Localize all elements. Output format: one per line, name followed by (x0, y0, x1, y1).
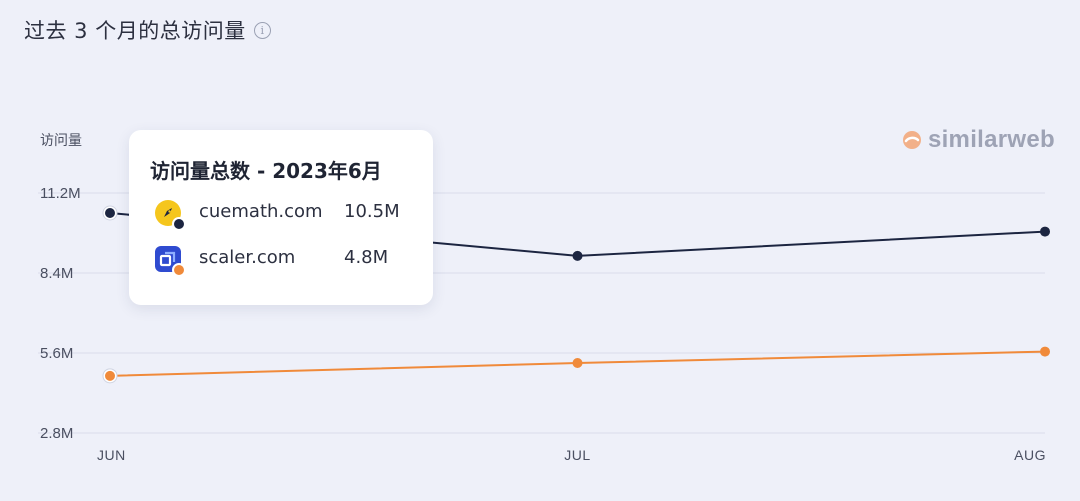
tooltip-site-value: 10.5M (344, 201, 400, 222)
x-tick-label: AUG (1014, 447, 1046, 463)
data-point (1040, 226, 1050, 237)
y-tick-label: 11.2M (40, 185, 81, 202)
tooltip-site-name: cuemath.com (199, 201, 323, 222)
tooltip-title: 访问量总数 - 2023年6月 (150, 159, 382, 183)
tooltip-site-name: scaler.com (199, 247, 296, 268)
x-tick-label: JUN (97, 447, 126, 463)
y-tick-label: 2.8M (40, 425, 73, 442)
hover-tooltip: 访问量总数 - 2023年6月 cuemath.com 10.5M scaler… (129, 130, 433, 305)
scaler-site-icon (155, 246, 186, 277)
series-color-dot (172, 263, 186, 277)
data-point (1040, 346, 1050, 357)
tooltip-site-value: 4.8M (344, 247, 389, 268)
x-tick-labels: JUN JUL AUG (97, 447, 1046, 463)
data-point (105, 370, 115, 381)
cuemath-site-icon (155, 200, 186, 231)
y-tick-label: 8.4M (40, 265, 73, 282)
tooltip-row-scaler: scaler.com 4.8M (155, 246, 388, 277)
data-point (572, 250, 583, 261)
data-point (105, 208, 115, 218)
x-tick-label: JUL (564, 447, 590, 463)
y-tick-labels: 11.2M 8.4M 5.6M 2.8M (40, 185, 81, 442)
y-tick-label: 5.6M (40, 345, 73, 362)
series-color-dot (172, 217, 186, 231)
data-point (572, 358, 583, 368)
tooltip-row-cuemath: cuemath.com 10.5M (155, 200, 400, 231)
